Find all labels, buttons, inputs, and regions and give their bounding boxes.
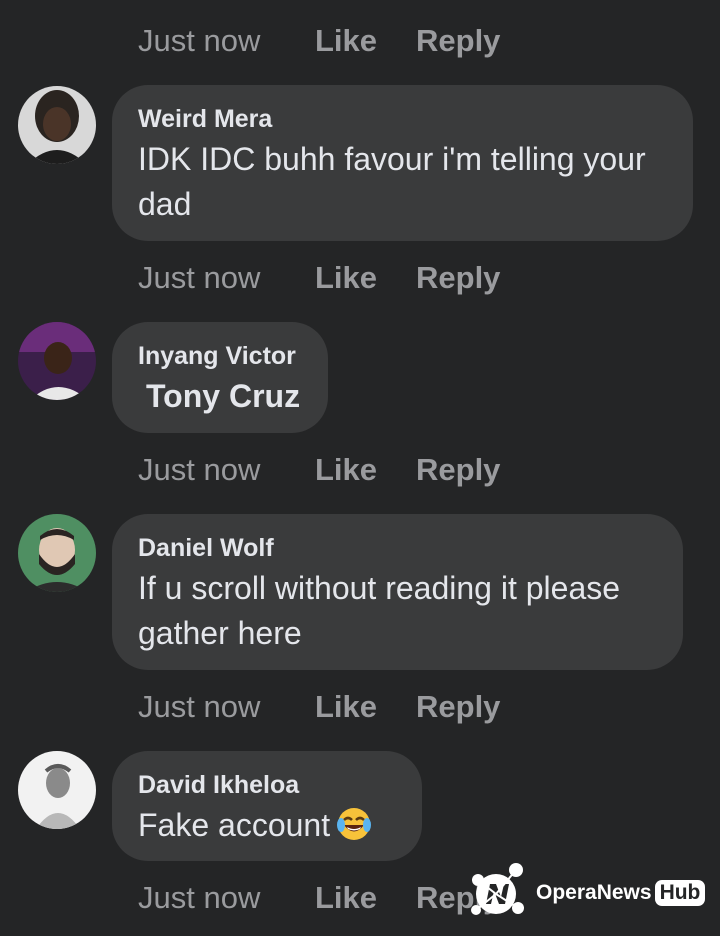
comment-actions-top: Just now Like Reply bbox=[138, 21, 500, 61]
reply-button[interactable]: Reply bbox=[416, 689, 500, 725]
like-button[interactable]: Like bbox=[315, 689, 416, 725]
comment-timestamp: Just now bbox=[138, 689, 261, 724]
like-button[interactable]: Like bbox=[315, 23, 416, 59]
comment-timestamp: Just now bbox=[138, 260, 261, 295]
avatar-inyang-victor[interactable] bbox=[18, 322, 96, 400]
comment-text: IDK IDC buhh favour i'm telling your dad bbox=[138, 137, 667, 227]
comment-bubble: Weird Mera IDK IDC buhh favour i'm telli… bbox=[112, 85, 693, 241]
reply-button[interactable]: Reply bbox=[416, 260, 500, 296]
comment-bubble: Inyang Victor Tony Cruz bbox=[112, 322, 328, 433]
comment-actions: Just now Like Reply bbox=[138, 878, 500, 918]
comment-thread: Just now Like Reply Weird Mera IDK IDC b… bbox=[0, 0, 720, 936]
avatar-david-ikheloa[interactable] bbox=[18, 751, 96, 829]
watermark-text: OperaNews Hub bbox=[536, 880, 706, 906]
comment-text-line: dad bbox=[138, 186, 192, 222]
comment-text-line: IDK IDC buhh favour i'm telling your bbox=[138, 141, 646, 177]
comment-actions: Just now Like Reply bbox=[138, 450, 500, 490]
comment-timestamp: Just now bbox=[138, 452, 261, 487]
comment-author[interactable]: Inyang Victor bbox=[138, 340, 302, 372]
comment-author[interactable]: Daniel Wolf bbox=[138, 532, 657, 564]
comment-text-line: If u scroll without reading it please bbox=[138, 570, 621, 606]
comment-timestamp: Just now bbox=[138, 880, 261, 915]
avatar-daniel-wolf[interactable] bbox=[18, 514, 96, 592]
comment-author[interactable]: David Ikheloa bbox=[138, 769, 396, 801]
comment-actions: Just now Like Reply bbox=[138, 258, 500, 298]
face-with-tears-of-joy-icon bbox=[336, 806, 372, 854]
reply-button[interactable]: Reply bbox=[416, 452, 500, 488]
comment-text: Fake account bbox=[138, 803, 396, 854]
comment-text-line: Fake account bbox=[138, 807, 331, 843]
comment-author[interactable]: Weird Mera bbox=[138, 103, 667, 135]
comment-timestamp: Just now bbox=[138, 23, 261, 58]
comment-text: If u scroll without reading it please ga… bbox=[138, 566, 657, 656]
like-button[interactable]: Like bbox=[315, 260, 416, 296]
comment-bubble: David Ikheloa Fake account bbox=[112, 751, 422, 861]
watermark-brand: OperaNews bbox=[536, 881, 652, 904]
reply-button[interactable]: Reply bbox=[416, 23, 500, 59]
comment-text-line: gather here bbox=[138, 615, 302, 651]
comment-mention[interactable]: Tony Cruz bbox=[138, 374, 302, 419]
watermark-hub: Hub bbox=[654, 880, 706, 906]
comment-bubble: Daniel Wolf If u scroll without reading … bbox=[112, 514, 683, 670]
operanews-hub-watermark: OperaNews Hub bbox=[466, 858, 706, 929]
like-button[interactable]: Like bbox=[315, 880, 416, 916]
like-button[interactable]: Like bbox=[315, 452, 416, 488]
operanews-logo-icon bbox=[466, 858, 532, 929]
comment-actions: Just now Like Reply bbox=[138, 687, 500, 727]
avatar-weird-mera[interactable] bbox=[18, 86, 96, 164]
